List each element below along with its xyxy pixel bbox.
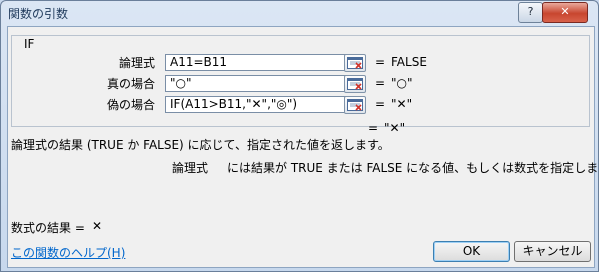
title-bar[interactable]: 関数の引数 ? ✕ xyxy=(1,1,598,25)
equals-sign: = xyxy=(375,97,386,111)
window-title: 関数の引数 xyxy=(8,7,69,21)
function-group: IF 論理式 A11=B11 = FALSE 真の場合 "○" = "○" 偽の… xyxy=(11,35,590,127)
ok-button[interactable]: OK xyxy=(433,241,510,262)
argument-result: FALSE xyxy=(391,55,427,69)
argument-description-name: 論理式 xyxy=(172,161,209,175)
argument-description-text: には結果が TRUE または FALSE になる値、もしくは数式を指定します。 xyxy=(227,161,599,175)
close-button[interactable]: ✕ xyxy=(542,2,588,23)
function-description: 論理式の結果 (TRUE か FALSE) に応じて、指定された値を返します。 xyxy=(11,138,390,152)
function-help-link[interactable]: この関数のヘルプ(H) xyxy=(11,244,125,261)
formula-result-value: ✕ xyxy=(92,219,103,233)
equals-sign: = xyxy=(375,76,386,90)
collapse-dialog-button[interactable] xyxy=(344,75,366,93)
equals-sign: = xyxy=(375,55,386,69)
value-if-false-input[interactable]: IF(A11>B11,"✕","◎") xyxy=(165,96,346,113)
equals-sign: = xyxy=(368,121,379,135)
collapse-dialog-button[interactable] xyxy=(344,54,366,72)
help-title-button[interactable]: ? xyxy=(518,2,543,23)
argument-result: "○" xyxy=(391,76,413,90)
function-name: IF xyxy=(22,37,37,51)
function-arguments-dialog: 関数の引数 ? ✕ IF 論理式 A11=B11 = FALSE 真の場合 "○… xyxy=(0,0,599,272)
argument-label-value-if-false: 偽の場合 xyxy=(106,98,155,112)
argument-label-value-if-true: 真の場合 xyxy=(106,77,155,91)
dialog-body: IF 論理式 A11=B11 = FALSE 真の場合 "○" = "○" 偽の… xyxy=(7,26,598,268)
argument-label-logical-test: 論理式 xyxy=(118,56,155,70)
value-if-true-input[interactable]: "○" xyxy=(165,75,346,92)
collapse-dialog-icon xyxy=(347,78,363,90)
function-result-value: "✕" xyxy=(384,121,406,135)
cancel-button[interactable]: キャンセル xyxy=(514,241,591,262)
formula-result-label: 数式の結果 = xyxy=(11,221,85,235)
collapse-dialog-button[interactable] xyxy=(344,96,366,114)
collapse-dialog-icon xyxy=(347,99,363,111)
argument-result: "✕" xyxy=(391,97,413,111)
collapse-dialog-icon xyxy=(347,57,363,69)
logical-test-input[interactable]: A11=B11 xyxy=(165,54,346,71)
